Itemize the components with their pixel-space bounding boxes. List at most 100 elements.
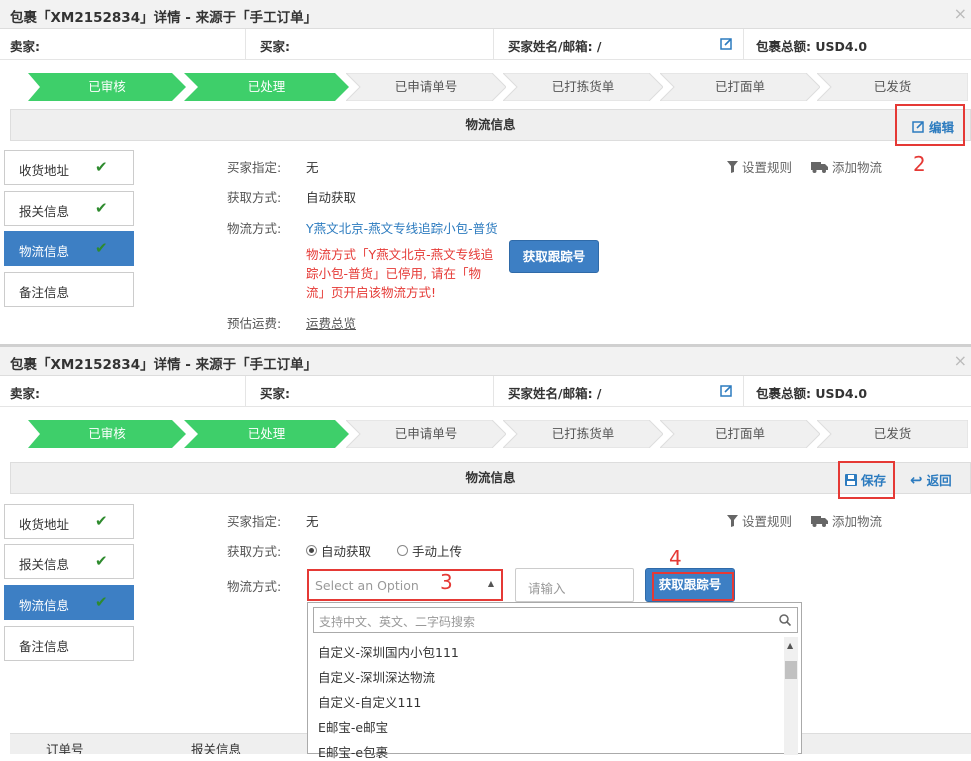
dialog-titlebar: 包裹「XM2152834」详情 - 来源于「手工订单」 × — [0, 347, 971, 376]
fetch-method-label: 获取方式: — [227, 544, 282, 559]
step-label: 已申请单号 — [394, 79, 458, 94]
status-steps: 已审核 已处理 已申请单号 已打拣货单 已打面单 已发货 — [28, 420, 968, 448]
close-icon[interactable]: × — [954, 4, 967, 23]
column-header: 订单号 — [46, 742, 84, 754]
tab-remarks[interactable]: 备注信息 — [4, 626, 134, 661]
radio-auto-fetch[interactable]: 自动获取 — [306, 541, 371, 560]
tab-label: 收货地址 — [19, 517, 70, 532]
tab-label: 物流信息 — [19, 244, 70, 259]
section-header: 物流信息 — [10, 109, 971, 141]
step-label: 已发货 — [873, 79, 912, 94]
back-label: 返回 — [926, 473, 952, 488]
set-rules-button[interactable]: 设置规则 — [727, 157, 792, 176]
close-icon[interactable]: × — [954, 351, 967, 370]
add-logistics-button[interactable]: 添加物流 — [811, 511, 882, 530]
buyer-assign-label: 买家指定: — [227, 160, 282, 175]
tab-logistics-info[interactable]: 物流信息 ✔ — [4, 585, 134, 620]
step-label: 已审核 — [88, 426, 126, 441]
tracking-number-input[interactable]: 请输入 — [515, 568, 634, 602]
radio-auto-label: 自动获取 — [321, 544, 372, 559]
add-logistics-label: 添加物流 — [832, 160, 883, 175]
step-label: 已发货 — [873, 426, 912, 441]
buyer-name-email-text: 买家姓名/邮箱: / — [508, 39, 602, 54]
check-icon: ✔ — [95, 158, 108, 176]
tab-customs-info[interactable]: 报关信息 ✔ — [4, 191, 134, 226]
buyer-assign-value: 无 — [306, 514, 319, 529]
set-rules-button[interactable]: 设置规则 — [727, 511, 792, 530]
tab-remarks[interactable]: 备注信息 — [4, 272, 134, 307]
step-label-printed: 已打面单 — [660, 73, 820, 101]
fetch-method-label: 获取方式: — [227, 190, 282, 205]
input-placeholder: 请输入 — [528, 581, 566, 596]
status-steps: 已审核 已处理 已申请单号 已打拣货单 已打面单 已发货 — [28, 73, 968, 101]
check-icon: ✔ — [95, 512, 108, 530]
step-label: 已打面单 — [714, 426, 765, 441]
back-icon: ↩ — [910, 470, 923, 489]
dropdown-search-input[interactable]: 支持中文、英文、二字码搜索 — [313, 607, 798, 633]
package-total-label: 包裹总额: USD4.0 — [756, 39, 868, 54]
step-tracking-applied: 已申请单号 — [346, 420, 506, 448]
add-logistics-button[interactable]: 添加物流 — [811, 157, 882, 176]
tab-logistics-info[interactable]: 物流信息 ✔ — [4, 231, 134, 266]
dropdown-option[interactable]: 自定义-深圳国内小包111 — [318, 642, 459, 661]
disabled-warning: 物流方式「Y燕文北京-燕文专线追踪小包-普货」已停用, 请在「物流」页开启该物流… — [306, 247, 494, 300]
edit-icon[interactable] — [720, 37, 733, 50]
step-label: 已处理 — [247, 79, 286, 94]
back-button[interactable]: ↩ 返回 — [910, 470, 952, 489]
radio-selected-icon — [306, 545, 317, 556]
check-icon: ✔ — [95, 593, 108, 611]
set-rules-label: 设置规则 — [742, 160, 793, 175]
step-label: 已打面单 — [714, 79, 765, 94]
set-rules-label: 设置规则 — [742, 514, 793, 529]
check-icon: ✔ — [95, 199, 108, 217]
truck-icon — [811, 161, 828, 173]
dropdown-option[interactable]: E邮宝-e邮宝 — [318, 717, 388, 736]
logistics-method-link[interactable]: Y燕文北京-燕文专线追踪小包-普货 — [306, 218, 498, 237]
column-header: 报关信息 — [191, 742, 242, 754]
freight-overview-link[interactable]: 运费总览 — [306, 313, 356, 332]
dialog-titlebar: 包裹「XM2152834」详情 - 来源于「手工订单」 × — [0, 0, 971, 29]
logistics-method-label: 物流方式: — [227, 221, 282, 236]
buyer-label: 买家: — [246, 29, 494, 60]
step-picklist-printed: 已打拣货单 — [503, 73, 663, 101]
step-approved: 已审核 — [28, 420, 186, 448]
dropdown-option[interactable]: 自定义-自定义111 — [318, 692, 421, 711]
edit-icon[interactable] — [720, 384, 733, 397]
radio-manual-upload[interactable]: 手动上传 — [397, 541, 462, 560]
step-label-printed: 已打面单 — [660, 420, 820, 448]
dialog-title: 包裹「XM2152834」详情 - 来源于「手工订单」 — [10, 10, 318, 26]
buyer-name-email-label: 买家姓名/邮箱: / — [494, 29, 744, 60]
step-label: 已打拣货单 — [551, 426, 615, 441]
buyer-name-email-label: 买家姓名/邮箱: / — [494, 376, 744, 407]
filter-icon — [727, 160, 738, 173]
highlight-box — [307, 569, 503, 601]
seller-label: 卖家: — [0, 29, 246, 60]
section-title: 物流信息 — [465, 470, 516, 485]
annotation-number: 2 — [913, 152, 926, 176]
tab-label: 物流信息 — [19, 598, 70, 613]
tab-label: 备注信息 — [19, 639, 70, 654]
tab-shipping-address[interactable]: 收货地址 ✔ — [4, 504, 134, 539]
dropdown-scrollbar[interactable]: ▲ — [784, 637, 798, 755]
step-picklist-printed: 已打拣货单 — [503, 420, 663, 448]
search-icon — [779, 614, 791, 626]
step-approved: 已审核 — [28, 73, 186, 101]
check-icon: ✔ — [95, 552, 108, 570]
tab-customs-info[interactable]: 报关信息 ✔ — [4, 544, 134, 579]
buyer-assign-label: 买家指定: — [227, 514, 282, 529]
annotation-number: 3 — [440, 570, 453, 594]
order-info-row: 卖家: 买家: 买家姓名/邮箱: / 包裹总额: USD4.0 — [0, 376, 971, 407]
buyer-label: 买家: — [246, 376, 494, 407]
dropdown-option[interactable]: E邮宝-e包裹 — [318, 742, 388, 761]
highlight-box — [838, 461, 895, 499]
tab-shipping-address[interactable]: 收货地址 ✔ — [4, 150, 134, 185]
section-title: 物流信息 — [465, 117, 516, 132]
step-label: 已审核 — [88, 79, 126, 94]
radio-manual-label: 手动上传 — [412, 544, 463, 559]
scroll-up-icon: ▲ — [787, 641, 794, 650]
dropdown-option[interactable]: 自定义-深圳深达物流 — [318, 667, 435, 686]
highlight-box — [895, 104, 965, 146]
estimated-freight-label: 预估运费: — [227, 316, 282, 331]
get-tracking-button[interactable]: 获取跟踪号 — [509, 240, 599, 273]
scrollbar-thumb[interactable] — [785, 661, 797, 679]
